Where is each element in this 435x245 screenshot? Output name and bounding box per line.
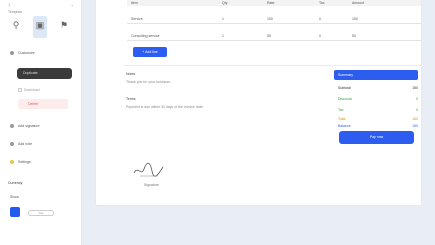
row-item: Service (131, 17, 143, 21)
sidebar-item-signature[interactable]: Add signature (18, 124, 40, 128)
row-qty: 1 (222, 34, 224, 38)
divider (124, 65, 421, 66)
summary-row-discount: Discount 0 (338, 97, 418, 103)
row-rate: 50 (267, 34, 271, 38)
terms-title: Terms (126, 97, 136, 101)
page-number: 1 (8, 2, 11, 7)
duplicate-label: Duplicate (23, 71, 38, 75)
summary-row-balance: Balance 150 (338, 124, 418, 130)
table-row[interactable]: Consulting service 1 50 0 50 (127, 31, 421, 41)
summary-label: Total (338, 117, 346, 121)
delete-label: Delete (28, 102, 39, 106)
signature-name: Signature (144, 183, 159, 187)
summary-value: 150 (412, 86, 418, 90)
signature-image (133, 162, 164, 177)
customize-icon (10, 51, 14, 55)
download-label: Download (24, 88, 40, 92)
template-icons: ⚲ ▣ ⚑ (9, 16, 71, 38)
col-tax: Tax (319, 1, 325, 5)
sidebar: 1 ⌄ Template ⚲ ▣ ⚑ Customize Duplicate D… (0, 0, 82, 245)
summary-row-subtotal: Subtotal 150 (338, 86, 418, 92)
note-icon (10, 142, 14, 146)
show-checkbox[interactable] (10, 207, 20, 217)
row-tax: 0 (319, 17, 321, 21)
notes-title: Notes (126, 72, 136, 76)
row-rate: 100 (267, 17, 273, 21)
sidebar-item-download[interactable]: Download (18, 88, 40, 93)
add-line-button[interactable]: + Add line (133, 47, 167, 57)
tax-label: Tax (38, 211, 44, 215)
image-icon[interactable]: ▣ (33, 16, 47, 38)
summary-label: Balance (338, 124, 351, 128)
page-selector[interactable]: 1 ⌄ (8, 2, 74, 10)
summary-row-tax: Tax 0 (338, 108, 418, 114)
signature-icon (10, 124, 14, 128)
main-area: Item Qty Rate Tax Amount Service 1 100 0… (82, 0, 435, 245)
table-row[interactable]: Service 1 100 0 100 (127, 14, 421, 24)
terms-text[interactable]: Payment is due within 30 days of the inv… (126, 105, 204, 109)
summary-label: Subtotal (338, 86, 351, 90)
summary-header: Summary (334, 70, 418, 80)
row-amount: 100 (352, 17, 358, 21)
col-qty: Qty (222, 1, 228, 5)
row-qty: 1 (222, 17, 224, 21)
notes-text[interactable]: Thank you for your business. (126, 80, 171, 84)
show-label: Show (10, 195, 19, 199)
delete-button[interactable]: Delete (18, 99, 68, 109)
summary-value: 150 (412, 117, 418, 121)
summary-value: 0 (416, 108, 418, 112)
flag-icon[interactable]: ⚑ (57, 16, 71, 38)
table-header: Item Qty Rate Tax Amount (127, 0, 421, 6)
col-amount: Amount (352, 1, 365, 5)
sidebar-subtitle: Template (8, 10, 23, 14)
summary-label: Discount (338, 97, 352, 101)
pin-icon[interactable]: ⚲ (9, 16, 23, 38)
row-item: Consulting service (131, 34, 160, 38)
download-icon (18, 88, 22, 93)
col-rate: Rate (267, 1, 275, 5)
tax-toggle[interactable]: Tax (28, 210, 54, 216)
settings-icon (10, 160, 14, 164)
duplicate-button[interactable]: Duplicate (17, 68, 72, 79)
summary-row-total: Total 150 (338, 117, 418, 123)
invoice-document: Item Qty Rate Tax Amount Service 1 100 0… (96, 0, 421, 205)
col-item: Item (131, 1, 138, 5)
sidebar-item-customize[interactable]: Customize (18, 51, 35, 55)
summary-value: 0 (416, 97, 418, 101)
summary-label: Tax (338, 108, 344, 112)
row-amount: 50 (352, 34, 356, 38)
sidebar-item-note[interactable]: Add note (18, 142, 32, 146)
chevron-down-icon[interactable]: ⌄ (71, 2, 74, 7)
pay-button[interactable]: Pay now (339, 131, 414, 144)
currency-heading: Currency (8, 181, 23, 185)
row-tax: 0 (319, 34, 321, 38)
summary-value: 150 (412, 124, 418, 128)
sidebar-item-settings[interactable]: Settings (18, 160, 31, 164)
